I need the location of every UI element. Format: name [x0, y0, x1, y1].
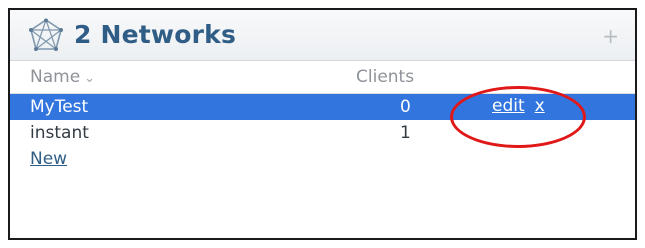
column-header-name-label: Name	[30, 67, 81, 87]
table-row[interactable]: MyTest 0 edit x	[10, 94, 635, 120]
new-row: New	[10, 146, 635, 172]
network-name: instant	[30, 123, 89, 143]
panel-header: 2 Networks +	[10, 10, 635, 61]
client-count: 1	[400, 123, 411, 143]
column-header-clients[interactable]: Clients	[356, 67, 414, 87]
column-header-name[interactable]: Name ⌄	[30, 67, 95, 87]
plus-icon[interactable]: +	[602, 24, 619, 48]
networks-panel: 2 Networks + Name ⌄ Clients MyTest 0 edit…	[8, 8, 637, 240]
table-header: Name ⌄ Clients	[10, 61, 635, 94]
page-title: 2 Networks	[74, 20, 237, 49]
network-icon	[29, 18, 63, 51]
new-network-link[interactable]: New	[30, 149, 67, 169]
delete-link[interactable]: x	[535, 96, 545, 116]
table-row[interactable]: instant 1	[10, 120, 635, 146]
network-name: MyTest	[30, 97, 89, 117]
row-actions: edit x	[492, 96, 545, 116]
edit-link[interactable]: edit	[492, 96, 525, 116]
sort-arrow-icon: ⌄	[84, 71, 96, 86]
client-count: 0	[400, 97, 411, 117]
